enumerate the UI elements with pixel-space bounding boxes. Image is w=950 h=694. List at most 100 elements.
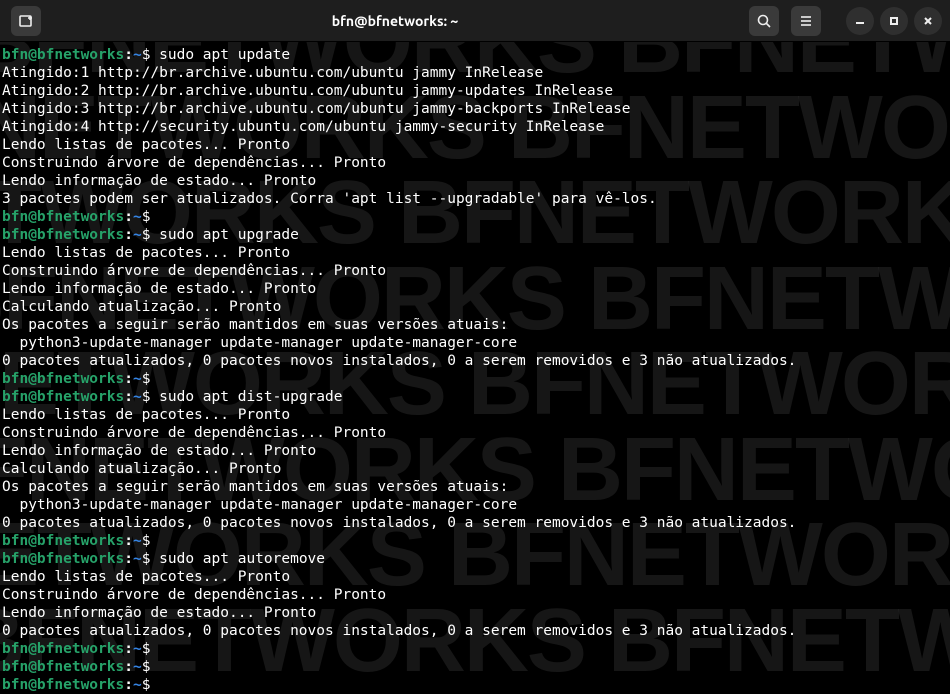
prompt-path: ~: [133, 209, 142, 225]
prompt-path: ~: [133, 47, 142, 63]
prompt-path: ~: [133, 659, 142, 675]
prompt-dollar: $: [142, 209, 159, 225]
prompt-user: bfn@bfnetworks: [2, 551, 124, 567]
output-line: Calculando atualização... Pronto: [2, 298, 950, 316]
output-line: Os pacotes a seguir serão mantidos em su…: [2, 478, 950, 496]
prompt-user: bfn@bfnetworks: [2, 209, 124, 225]
prompt-user: bfn@bfnetworks: [2, 227, 124, 243]
prompt-dollar: $: [142, 677, 159, 693]
prompt-dollar: $: [142, 47, 159, 63]
output-line: Os pacotes a seguir serão mantidos em su…: [2, 316, 950, 334]
output-line: Atingido:4 http://security.ubuntu.com/ub…: [2, 118, 950, 136]
prompt-line: bfn@bfnetworks:~$ sudo apt update: [2, 46, 950, 64]
minimize-button[interactable]: [846, 7, 874, 35]
output-text: Calculando atualização... Pronto: [2, 299, 281, 315]
titlebar: bfn@bfnetworks: ~: [0, 0, 950, 42]
output-text: Construindo árvore de dependências... Pr…: [2, 425, 386, 441]
output-line: Atingido:1 http://br.archive.ubuntu.com/…: [2, 64, 950, 82]
output-text: Lendo informação de estado... Pronto: [2, 281, 316, 297]
prompt-user: bfn@bfnetworks: [2, 641, 124, 657]
output-text: 0 pacotes atualizados, 0 pacotes novos i…: [2, 515, 796, 531]
output-line: Lendo listas de pacotes... Pronto: [2, 244, 950, 262]
prompt-dollar: $: [142, 533, 159, 549]
output-text: Construindo árvore de dependências... Pr…: [2, 155, 386, 171]
prompt-colon: :: [124, 533, 133, 549]
window-title: bfn@bfnetworks: ~: [44, 13, 746, 29]
prompt-line: bfn@bfnetworks:~$ sudo apt autoremove: [2, 550, 950, 568]
output-line: Atingido:3 http://br.archive.ubuntu.com/…: [2, 100, 950, 118]
prompt-path: ~: [133, 641, 142, 657]
output-line: 0 pacotes atualizados, 0 pacotes novos i…: [2, 514, 950, 532]
output-line: 3 pacotes podem ser atualizados. Corra '…: [2, 190, 950, 208]
prompt-dollar: $: [142, 659, 159, 675]
prompt-colon: :: [124, 659, 133, 675]
output-text: Atingido:4 http://security.ubuntu.com/ub…: [2, 119, 604, 135]
new-tab-button[interactable]: [11, 6, 41, 36]
output-text: Lendo informação de estado... Pronto: [2, 605, 316, 621]
prompt-colon: :: [124, 641, 133, 657]
prompt-path: ~: [133, 677, 142, 693]
prompt-user: bfn@bfnetworks: [2, 47, 124, 63]
output-text: Os pacotes a seguir serão mantidos em su…: [2, 317, 508, 333]
output-text: Atingido:3 http://br.archive.ubuntu.com/…: [2, 101, 631, 117]
output-text: python3-update-manager update-manager up…: [2, 335, 517, 351]
prompt-colon: :: [124, 209, 133, 225]
output-text: python3-update-manager update-manager up…: [2, 497, 517, 513]
output-line: Lendo informação de estado... Pronto: [2, 172, 950, 190]
prompt-line: bfn@bfnetworks:~$: [2, 640, 950, 658]
output-text: Lendo listas de pacotes... Pronto: [2, 407, 290, 423]
prompt-line: bfn@bfnetworks:~$: [2, 208, 950, 226]
prompt-dollar: $: [142, 551, 159, 567]
output-text: Lendo listas de pacotes... Pronto: [2, 245, 290, 261]
output-line: 0 pacotes atualizados, 0 pacotes novos i…: [2, 622, 950, 640]
prompt-line: bfn@bfnetworks:~$ sudo apt upgrade: [2, 226, 950, 244]
output-line: Lendo informação de estado... Pronto: [2, 280, 950, 298]
command-text: sudo apt dist-upgrade: [159, 389, 342, 405]
output-line: python3-update-manager update-manager up…: [2, 334, 950, 352]
output-line: Calculando atualização... Pronto: [2, 460, 950, 478]
command-text: sudo apt upgrade: [159, 227, 299, 243]
output-line: Lendo informação de estado... Pronto: [2, 442, 950, 460]
terminal-output[interactable]: bfn@bfnetworks:~$ sudo apt updateAtingid…: [0, 42, 950, 694]
prompt-user: bfn@bfnetworks: [2, 371, 124, 387]
output-line: Lendo listas de pacotes... Pronto: [2, 406, 950, 424]
prompt-colon: :: [124, 551, 133, 567]
output-line: Lendo listas de pacotes... Pronto: [2, 136, 950, 154]
prompt-line: bfn@bfnetworks:~$ sudo apt dist-upgrade: [2, 388, 950, 406]
output-text: Os pacotes a seguir serão mantidos em su…: [2, 479, 508, 495]
prompt-user: bfn@bfnetworks: [2, 389, 124, 405]
output-line: Lendo informação de estado... Pronto: [2, 604, 950, 622]
prompt-dollar: $: [142, 389, 159, 405]
output-text: 0 pacotes atualizados, 0 pacotes novos i…: [2, 353, 796, 369]
output-text: 0 pacotes atualizados, 0 pacotes novos i…: [2, 623, 796, 639]
prompt-path: ~: [133, 371, 142, 387]
command-text: sudo apt update: [159, 47, 290, 63]
output-line: Construindo árvore de dependências... Pr…: [2, 424, 950, 442]
output-line: Construindo árvore de dependências... Pr…: [2, 586, 950, 604]
output-line: Atingido:2 http://br.archive.ubuntu.com/…: [2, 82, 950, 100]
close-button[interactable]: [914, 7, 942, 35]
output-text: Calculando atualização... Pronto: [2, 461, 281, 477]
maximize-button[interactable]: [880, 7, 908, 35]
output-text: Lendo informação de estado... Pronto: [2, 443, 316, 459]
prompt-user: bfn@bfnetworks: [2, 659, 124, 675]
prompt-path: ~: [133, 227, 142, 243]
output-text: 3 pacotes podem ser atualizados. Corra '…: [2, 191, 657, 207]
prompt-colon: :: [124, 677, 133, 693]
prompt-colon: :: [124, 47, 133, 63]
search-button[interactable]: [749, 6, 779, 36]
output-text: Atingido:2 http://br.archive.ubuntu.com/…: [2, 83, 613, 99]
prompt-path: ~: [133, 389, 142, 405]
prompt-path: ~: [133, 551, 142, 567]
prompt-dollar: $: [142, 371, 159, 387]
prompt-user: bfn@bfnetworks: [2, 677, 124, 693]
prompt-line: bfn@bfnetworks:~$: [2, 658, 950, 676]
prompt-line: bfn@bfnetworks:~$: [2, 532, 950, 550]
output-line: Construindo árvore de dependências... Pr…: [2, 262, 950, 280]
output-line: python3-update-manager update-manager up…: [2, 496, 950, 514]
menu-button[interactable]: [791, 6, 821, 36]
output-text: Lendo informação de estado... Pronto: [2, 173, 316, 189]
output-line: Lendo listas de pacotes... Pronto: [2, 568, 950, 586]
output-text: Lendo listas de pacotes... Pronto: [2, 137, 290, 153]
prompt-line: bfn@bfnetworks:~$: [2, 370, 950, 388]
